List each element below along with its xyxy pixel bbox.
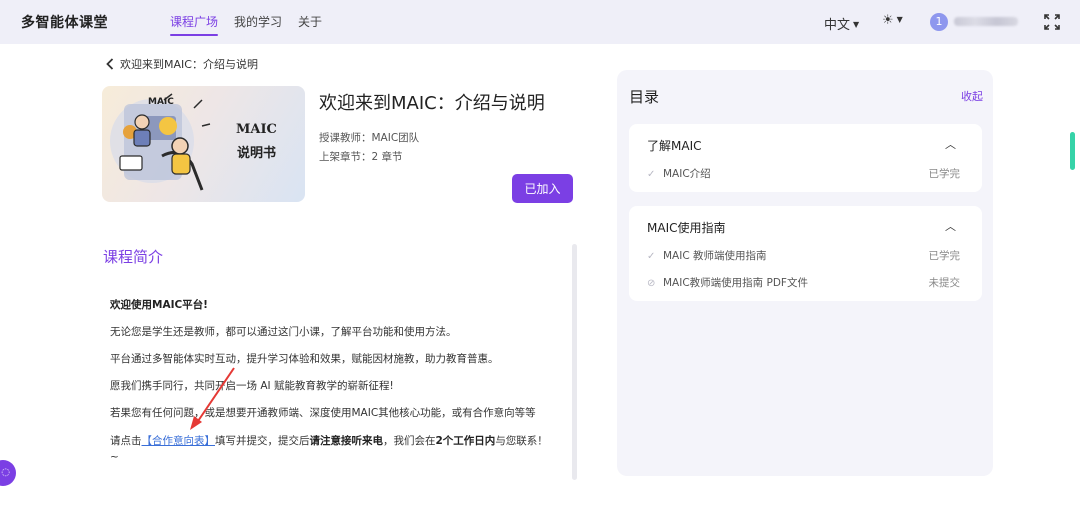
check-icon: ✓ (647, 169, 656, 180)
nav-course-square[interactable]: 课程广场 (170, 0, 219, 44)
catalog-title: 目录 (629, 88, 660, 106)
intro-contact-paragraph: 请点击【合作意向表】填写并提交，提交后请注意接听来电，我们会在2个工作日内与您联… (110, 433, 550, 465)
language-label: 中文 (824, 18, 851, 33)
lesson-item[interactable]: ✓ MAIC 教师端使用指南 已学完 (647, 248, 960, 268)
course-chapters: 上架章节：2 章节 (319, 151, 403, 163)
lesson-name: MAIC教师端使用指南 PDF文件 (663, 277, 808, 289)
user-avatar[interactable]: 1 (930, 13, 948, 31)
lesson-item[interactable]: ✓ MAIC介绍 已学完 (647, 166, 960, 186)
contact-text: 请点击 (110, 435, 142, 447)
chevron-up-icon[interactable]: ︿ (945, 218, 956, 234)
intro-body: 欢迎使用MAIC平台! 无论您是学生还是教师，都可以通过这门小课，了解平台功能和… (110, 292, 550, 465)
nav-about[interactable]: 关于 (298, 0, 322, 44)
language-selector[interactable]: 中文 ▼ (824, 14, 859, 33)
contact-text: ，我们会在 (383, 435, 436, 447)
theme-toggle[interactable]: ☀ ▼ (882, 13, 903, 28)
lesson-name: MAIC介绍 (663, 168, 711, 180)
check-icon: ✓ (647, 251, 656, 262)
caret-down-icon: ▼ (853, 20, 860, 29)
back-link[interactable]: 欢迎来到MAIC：介绍与说明 (106, 56, 258, 72)
contact-text: 填写并提交，提交后 (215, 435, 310, 447)
lesson-status: 已学完 (928, 250, 961, 262)
page-scrollbar[interactable] (1070, 132, 1075, 170)
lesson-status: 已学完 (928, 168, 961, 180)
username-redacted (954, 17, 1018, 26)
chapter-card: MAIC使用指南 ︿ ✓ MAIC 教师端使用指南 已学完 ⊘ MAIC教师端使用指南… (629, 206, 982, 301)
cover-text: MAIC 说明书 (236, 118, 277, 166)
chevron-left-icon (106, 58, 114, 70)
chevron-up-icon[interactable]: ︿ (945, 136, 956, 152)
back-link-label: 欢迎来到MAIC：介绍与说明 (120, 58, 258, 71)
chapter-title[interactable]: 了解MAIC (647, 137, 701, 154)
document-icon: ⊘ (647, 278, 656, 289)
intro-paragraph: 愿我们携手同行，共同开启一场 AI 赋能教育教学的崭新征程! (110, 380, 394, 392)
brand-logo[interactable]: 多智能体课堂 (21, 12, 108, 32)
cover-line-1: MAIC (236, 122, 277, 137)
caret-down-icon: ▼ (896, 15, 903, 24)
chat-bubble-icon[interactable]: ◌ (0, 460, 16, 486)
nav-my-learning[interactable]: 我的学习 (234, 0, 282, 44)
svg-text:MAIC: MAIC (148, 97, 174, 107)
sun-icon: ☀ (882, 13, 894, 28)
joined-button[interactable]: 已加入 (512, 174, 573, 203)
contact-bold: 请注意接听来电 (309, 435, 384, 447)
chapter-card: 了解MAIC ︿ ✓ MAIC介绍 已学完 (629, 124, 982, 192)
chapter-title[interactable]: MAIC使用指南 (647, 219, 725, 236)
lesson-item[interactable]: ⊘ MAIC教师端使用指南 PDF文件 未提交 (647, 275, 960, 295)
lesson-name: MAIC 教师端使用指南 (663, 250, 767, 262)
intro-paragraph: 无论您是学生还是教师，都可以通过这门小课，了解平台功能和使用方法。 (110, 326, 457, 338)
fullscreen-icon[interactable] (1044, 14, 1060, 30)
main-nav: 课程广场 我的学习 关于 (170, 0, 338, 44)
course-teacher: 授课教师：MAIC团队 (319, 132, 420, 144)
intro-paragraph: 平台通过多智能体实时互动，提升学习体验和效果，赋能因材施教，助力教育普惠。 (110, 353, 499, 365)
collapse-button[interactable]: 收起 (961, 88, 983, 104)
intro-welcome: 欢迎使用MAIC平台! (110, 299, 208, 311)
lesson-status: 未提交 (928, 277, 961, 289)
contact-bold: 2个工作日内 (435, 435, 496, 447)
course-title: 欢迎来到MAIC：介绍与说明 (319, 93, 545, 114)
cooperation-form-link[interactable]: 【合作意向表】 (142, 435, 216, 447)
top-navbar: 多智能体课堂 课程广场 我的学习 关于 中文 ▼ ☀ ▼ 1 (0, 0, 1080, 44)
intro-heading: 课程简介 (103, 248, 164, 266)
cover-line-2: 说明书 (236, 146, 276, 161)
intro-paragraph: 若果您有任何问题，或是想要开通教师端、深度使用MAIC其他核心功能，或有合作意向… (110, 407, 536, 419)
intro-scrollbar[interactable] (572, 244, 577, 480)
course-cover: MAIC MAIC 说明书 (102, 86, 305, 202)
